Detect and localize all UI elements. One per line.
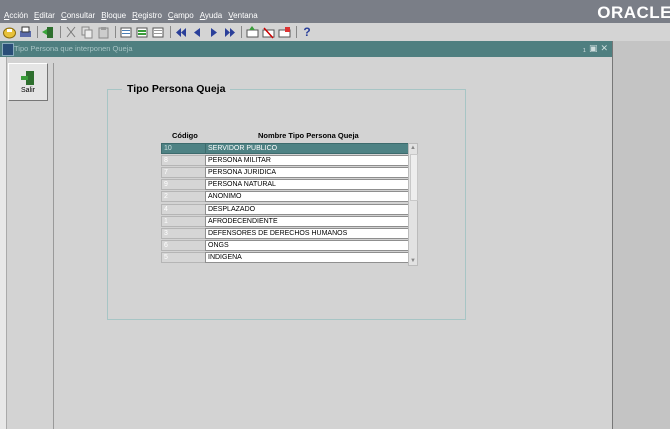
- oracle-logo: ORACLE: [597, 3, 670, 22]
- frame-title: Tipo Persona Queja: [122, 83, 231, 95]
- toolbar-separator: [115, 26, 116, 38]
- code-field[interactable]: 1: [161, 215, 206, 227]
- table-row[interactable]: 8 PERSONA MILITAR: [161, 155, 409, 167]
- first-record-icon[interactable]: [174, 25, 188, 39]
- scroll-down-icon[interactable]: ▼: [409, 257, 417, 265]
- menu-items: Acción Editar Consultar Bloque Registro …: [0, 11, 258, 23]
- code-field[interactable]: 3: [161, 227, 206, 239]
- help-icon[interactable]: ?: [300, 25, 314, 39]
- name-field[interactable]: DEFENSORES DE DERECHOS HUMANOS: [205, 227, 409, 239]
- table-row[interactable]: 2 ANONIMO: [161, 191, 409, 203]
- menu-label: egistro: [137, 11, 162, 20]
- menu-label: ditar: [39, 11, 55, 20]
- table-row[interactable]: 7 PERSONA JURIDICA: [161, 167, 409, 179]
- menu-consultar[interactable]: Consultar: [61, 11, 95, 20]
- left-edge: [0, 57, 7, 429]
- toolbar-separator: [296, 26, 297, 38]
- code-field[interactable]: 4: [161, 203, 206, 215]
- toolbar-separator: [37, 26, 38, 38]
- menu-label: cción: [9, 11, 29, 20]
- table-row[interactable]: 4 DESPLAZADO: [161, 203, 409, 215]
- menu-campo[interactable]: Campo: [168, 11, 194, 20]
- code-field[interactable]: 8: [161, 155, 206, 167]
- toolbar-separator: [241, 26, 242, 38]
- paste-icon[interactable]: [96, 25, 110, 39]
- name-field[interactable]: PERSONA JURIDICA: [205, 167, 409, 179]
- table-row[interactable]: 9 PERSONA NATURAL: [161, 179, 409, 191]
- name-field[interactable]: AFRODECENDIENTE: [205, 215, 409, 227]
- menu-label: loque: [106, 11, 127, 20]
- column-header-name: Nombre Tipo Persona Queja: [258, 131, 359, 140]
- exit-door-icon: [21, 70, 35, 85]
- name-field[interactable]: INDIGENA: [205, 251, 409, 263]
- menu-label: ampo: [173, 11, 194, 20]
- cancel-query-icon[interactable]: [151, 25, 165, 39]
- print-icon[interactable]: [18, 25, 32, 39]
- last-record-icon[interactable]: [222, 25, 236, 39]
- next-record-icon[interactable]: [206, 25, 220, 39]
- toolbar: ?: [0, 23, 670, 41]
- cut-icon[interactable]: [64, 25, 78, 39]
- code-field[interactable]: 10: [161, 143, 206, 154]
- window-icon: [2, 43, 14, 56]
- name-field[interactable]: DESPLAZADO: [205, 203, 409, 215]
- salir-label: Salir: [20, 86, 35, 94]
- menu-ayuda[interactable]: Ayuda: [200, 11, 223, 20]
- lock-record-icon[interactable]: [277, 25, 291, 39]
- table-row[interactable]: 10 SERVIDOR PUBLICO: [161, 143, 409, 154]
- window-title-bar: Tipo Persona que interponen Queja ₁ ▣ ✕: [0, 41, 612, 57]
- toolbar-separator: [170, 26, 171, 38]
- scroll-thumb[interactable]: [410, 154, 418, 201]
- menu-registro[interactable]: Registro: [132, 11, 162, 20]
- code-field[interactable]: 5: [161, 251, 206, 263]
- table-row[interactable]: 5 INDIGENA: [161, 251, 409, 263]
- insert-record-icon[interactable]: [245, 25, 259, 39]
- mdi-background: [612, 41, 670, 429]
- copy-icon[interactable]: [80, 25, 94, 39]
- code-field[interactable]: 2: [161, 191, 206, 203]
- vertical-scrollbar[interactable]: ▲ ▼: [408, 143, 418, 266]
- window-controls: ₁ ▣ ✕: [583, 43, 608, 54]
- code-field[interactable]: 7: [161, 167, 206, 179]
- delete-record-icon[interactable]: [261, 25, 275, 39]
- menu-editar[interactable]: Editar: [34, 11, 55, 20]
- menu-accion[interactable]: Acción: [4, 11, 28, 20]
- restore-icon[interactable]: ▣: [589, 43, 598, 54]
- name-field[interactable]: ANONIMO: [205, 191, 409, 203]
- minimize-icon[interactable]: ₁: [583, 43, 586, 54]
- table-row[interactable]: 6 ONGS: [161, 239, 409, 251]
- close-icon[interactable]: ✕: [600, 43, 608, 54]
- execute-query-icon[interactable]: [135, 25, 149, 39]
- code-field[interactable]: 9: [161, 179, 206, 191]
- scroll-up-icon[interactable]: ▲: [409, 144, 417, 152]
- menu-label: entana: [233, 11, 258, 20]
- toolbar-separator: [60, 26, 61, 38]
- exit-icon[interactable]: [41, 25, 55, 39]
- menu-bloque[interactable]: Bloque: [101, 11, 126, 20]
- name-field[interactable]: PERSONA NATURAL: [205, 179, 409, 191]
- name-field[interactable]: ONGS: [205, 239, 409, 251]
- table-row[interactable]: 3 DEFENSORES DE DERECHOS HUMANOS: [161, 227, 409, 239]
- menu-label: yuda: [204, 11, 223, 20]
- previous-record-icon[interactable]: [190, 25, 204, 39]
- menu-ventana[interactable]: Ventana: [228, 11, 257, 20]
- code-field[interactable]: 6: [161, 239, 206, 251]
- table-row[interactable]: 1 AFRODECENDIENTE: [161, 215, 409, 227]
- column-header-code: Código: [172, 131, 198, 140]
- menu-bar: Acción Editar Consultar Bloque Registro …: [0, 0, 670, 23]
- name-field[interactable]: PERSONA MILITAR: [205, 155, 409, 167]
- enter-query-icon[interactable]: [119, 25, 133, 39]
- save-icon[interactable]: [2, 25, 16, 39]
- window-title: Tipo Persona que interponen Queja: [14, 44, 133, 53]
- salir-button[interactable]: Salir: [8, 63, 48, 101]
- menu-label: onsultar: [66, 11, 96, 20]
- name-field[interactable]: SERVIDOR PUBLICO: [205, 143, 409, 154]
